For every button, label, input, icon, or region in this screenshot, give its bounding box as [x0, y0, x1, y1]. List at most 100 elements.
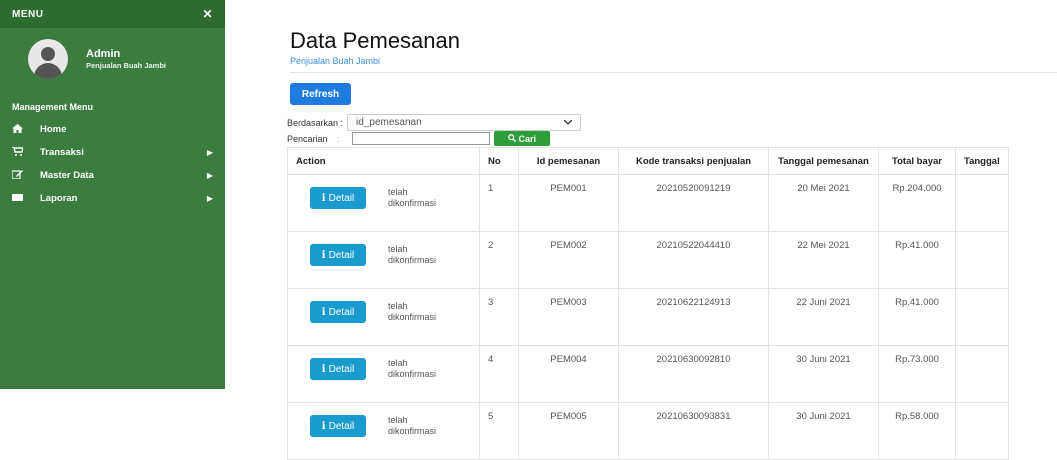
search-icon: [508, 133, 517, 142]
status-text: telah dikonfirmasi: [388, 301, 437, 323]
detail-button[interactable]: i Detail: [310, 301, 366, 324]
column-header: Action: [287, 147, 480, 175]
chevron-right-icon: ▶: [206, 148, 213, 157]
search-colon: :: [337, 133, 341, 144]
status-text: telah dikonfirmasi: [388, 415, 437, 437]
edit-icon: [11, 170, 30, 181]
cell-total: Rp.41.000: [878, 288, 956, 346]
table-row: i Detail telah dikonfirmasi 1 PEM001 2021…: [287, 174, 1009, 232]
sidebar-item-home[interactable]: Home: [0, 118, 225, 141]
sidebar-item-master-data[interactable]: Master Data ▶: [0, 164, 225, 187]
chevron-right-icon: ▶: [206, 194, 213, 203]
action-cell: i Detail telah dikonfirmasi: [287, 288, 480, 346]
cell-kode: 20210622124913: [618, 288, 769, 346]
cell-kode: 20210630093831: [618, 402, 769, 460]
detail-label: Detail: [328, 420, 355, 432]
column-header: Tanggal: [955, 147, 1009, 175]
search-input[interactable]: [352, 132, 491, 145]
cell-id: PEM003: [518, 288, 619, 346]
main-content: Data Pemesanan Penjualan Buah Jambi Refr…: [225, 0, 1057, 460]
search-button[interactable]: Cari: [494, 131, 551, 146]
detail-label: Detail: [328, 192, 355, 204]
cell-id: PEM002: [518, 231, 619, 289]
filter-row: Berdasarkan : id_pemesanan: [287, 114, 582, 131]
cell-extra: [955, 231, 1009, 289]
page-subtitle: Penjualan Buah Jambi: [290, 56, 381, 66]
report-icon: [12, 193, 30, 204]
cell-tanggal: 22 Mei 2021: [768, 231, 879, 289]
status-text: telah dikonfirmasi: [388, 244, 437, 266]
cell-id: PEM004: [518, 345, 619, 403]
cart-icon: [12, 146, 30, 158]
cell-kode: 20210630092810: [618, 345, 769, 403]
action-cell: i Detail telah dikonfirmasi: [287, 231, 480, 289]
info-icon: i: [321, 363, 326, 375]
cell-no: 5: [479, 402, 519, 460]
table-row: i Detail telah dikonfirmasi 3 PEM003 2021…: [287, 288, 1009, 346]
divider: [290, 72, 1057, 73]
detail-label: Detail: [328, 363, 355, 375]
cell-total: Rp.204.000: [878, 174, 956, 232]
detail-label: Detail: [328, 249, 355, 261]
action-cell: i Detail telah dikonfirmasi: [287, 345, 480, 403]
table-row: i Detail telah dikonfirmasi 5 PEM005 2021…: [287, 402, 1009, 460]
sidebar: MENU ✕ Admin Penjualan Buah Jambi Manage…: [0, 0, 225, 389]
cell-total: Rp.58.000: [878, 402, 956, 460]
detail-button[interactable]: i Detail: [310, 187, 366, 210]
column-header: Total bayar: [878, 147, 956, 175]
sidebar-section-title: Management Menu: [12, 102, 94, 112]
filter-value: id_pemesanan: [356, 117, 422, 128]
filter-select[interactable]: id_pemesanan: [347, 114, 582, 131]
sidebar-item-label: Laporan: [40, 193, 78, 204]
status-text: telah dikonfirmasi: [388, 358, 437, 380]
cell-total: Rp.41.000: [878, 231, 956, 289]
info-icon: i: [321, 192, 326, 204]
cell-kode: 20210520091219: [618, 174, 769, 232]
chevron-right-icon: ▶: [206, 171, 213, 180]
avatar: [28, 39, 68, 79]
column-header: No: [479, 147, 519, 175]
cell-extra: [955, 174, 1009, 232]
info-icon: i: [321, 420, 326, 432]
column-header: Kode transaksi penjualan: [618, 147, 769, 175]
user-panel: Admin Penjualan Buah Jambi: [0, 28, 225, 90]
table-row: i Detail telah dikonfirmasi 2 PEM002 2021…: [287, 231, 1009, 289]
filter-label: Berdasarkan :: [287, 117, 344, 128]
search-button-label: Cari: [518, 133, 537, 144]
page-title: Data Pemesanan: [290, 28, 460, 53]
user-name: Admin: [86, 47, 121, 60]
sidebar-item-label: Master Data: [40, 170, 94, 181]
home-icon: [12, 124, 30, 135]
detail-button[interactable]: i Detail: [310, 244, 366, 267]
table-header-row: Action No Id pemesanan Kode transaksi pe…: [287, 147, 1009, 175]
cell-extra: [955, 345, 1009, 403]
cell-no: 4: [479, 345, 519, 403]
close-icon[interactable]: ✕: [202, 7, 213, 21]
action-cell: i Detail telah dikonfirmasi: [287, 174, 480, 232]
cell-tanggal: 30 Juni 2021: [768, 345, 879, 403]
sidebar-item-transaksi[interactable]: Transaksi ▶: [0, 141, 225, 164]
cell-id: PEM001: [518, 174, 619, 232]
detail-button[interactable]: i Detail: [310, 415, 366, 438]
refresh-button[interactable]: Refresh: [290, 83, 351, 105]
info-icon: i: [321, 249, 326, 261]
search-row: Pencarian : Cari: [287, 131, 551, 146]
search-label: Pencarian: [287, 133, 328, 144]
table-row: i Detail telah dikonfirmasi 4 PEM004 2021…: [287, 345, 1009, 403]
cell-tanggal: 22 Juni 2021: [768, 288, 879, 346]
detail-button[interactable]: i Detail: [310, 358, 366, 381]
detail-label: Detail: [328, 306, 355, 318]
cell-extra: [955, 402, 1009, 460]
sidebar-item-label: Transaksi: [40, 147, 84, 158]
info-icon: i: [321, 306, 326, 318]
cell-tanggal: 30 Juni 2021: [768, 402, 879, 460]
cell-extra: [955, 288, 1009, 346]
menu-title: MENU: [12, 8, 44, 20]
status-text: telah dikonfirmasi: [388, 187, 437, 209]
cell-no: 2: [479, 231, 519, 289]
column-header: Id pemesanan: [518, 147, 619, 175]
sidebar-item-label: Home: [40, 124, 67, 135]
sidebar-item-laporan[interactable]: Laporan ▶: [0, 187, 225, 210]
cell-kode: 20210522044410: [618, 231, 769, 289]
cell-no: 1: [479, 174, 519, 232]
